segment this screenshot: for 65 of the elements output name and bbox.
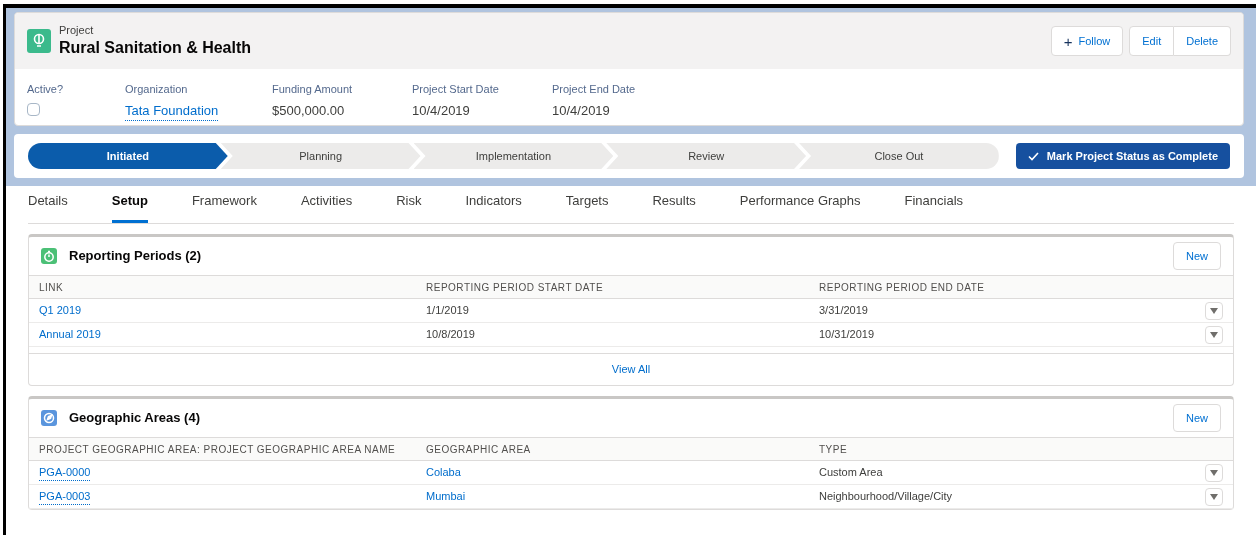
table-cell-text: 10/31/2019 xyxy=(819,327,876,343)
table-link[interactable]: Colaba xyxy=(426,464,461,481)
related-list-title: Reporting Periods (2) xyxy=(69,247,202,266)
tab[interactable]: Activities xyxy=(300,190,353,223)
tab[interactable]: Risk xyxy=(396,190,422,223)
field-value: 10/4/2019 xyxy=(552,101,611,120)
table-link[interactable]: PGA-0003 xyxy=(39,487,91,506)
table-cell-text: 1/1/2019 xyxy=(426,303,470,319)
caret-icon xyxy=(1210,307,1218,314)
table-link[interactable]: Mumbai xyxy=(426,488,466,505)
field-label: Project End Date xyxy=(552,82,637,97)
record-type-label: Project xyxy=(59,24,95,38)
field-value: $500,000.00 xyxy=(272,101,346,120)
action-button[interactable]: Edit xyxy=(1129,26,1175,56)
lightbulb-icon xyxy=(27,29,51,53)
follow-button[interactable]: + Follow xyxy=(1050,26,1124,56)
table-link[interactable]: Q1 2019 xyxy=(39,302,82,319)
row-menu-button[interactable] xyxy=(1205,463,1223,482)
table-cell-text: Neighbourhood/Village/City xyxy=(819,489,954,505)
table-cell-text: Custom Area xyxy=(819,465,884,481)
row-menu-button[interactable] xyxy=(1205,487,1223,506)
checkbox[interactable] xyxy=(27,102,40,116)
field-label: Funding Amount xyxy=(272,82,354,97)
field-value: 10/4/2019 xyxy=(412,101,471,120)
tab[interactable]: Results xyxy=(652,190,696,223)
record-title: Rural Sanitation & Health xyxy=(59,37,252,58)
table-cell-text: 3/31/2019 xyxy=(819,303,869,319)
tab[interactable]: Targets xyxy=(565,190,609,223)
related-list-title: Geographic Areas (4) xyxy=(69,409,200,428)
column-header: LINK xyxy=(39,280,65,295)
column-header: TYPE xyxy=(819,442,849,457)
organization-link[interactable]: Tata Foundation xyxy=(125,100,219,121)
tab[interactable]: Setup xyxy=(111,190,148,223)
tab[interactable]: Performance Graphs xyxy=(739,190,861,223)
check-icon xyxy=(1027,151,1039,161)
column-header: REPORTING PERIOD END DATE xyxy=(819,280,986,295)
path-step[interactable]: Initiated xyxy=(28,143,228,169)
view-all-link[interactable]: View All xyxy=(611,361,651,378)
table-link[interactable]: PGA-0000 xyxy=(39,463,91,482)
row-menu-button[interactable] xyxy=(1205,301,1223,320)
tab[interactable]: Indicators xyxy=(465,190,522,223)
field-label: Active? xyxy=(27,82,65,97)
tab[interactable]: Financials xyxy=(904,190,964,223)
mark-complete-button[interactable]: Mark Project Status as Complete xyxy=(1015,143,1230,169)
tab[interactable]: Framework xyxy=(191,190,257,223)
column-header: GEOGRAPHIC AREA xyxy=(426,442,532,457)
column-header: REPORTING PERIOD START DATE xyxy=(426,280,605,295)
field-label: Organization xyxy=(125,82,189,97)
column-header: PROJECT GEOGRAPHIC AREA: PROJECT GEOGRAPHIC AREA NAME xyxy=(39,442,397,457)
caret-icon xyxy=(1210,493,1218,500)
caret-icon xyxy=(1210,469,1218,476)
action-button[interactable]: Delete xyxy=(1174,26,1231,56)
table-link[interactable]: Annual 2019 xyxy=(39,326,101,343)
path-step[interactable]: Review xyxy=(606,143,807,169)
field-label: Project Start Date xyxy=(412,82,500,97)
path-step[interactable]: Planning xyxy=(220,143,421,169)
path-step[interactable]: Implementation xyxy=(413,143,614,169)
tab[interactable]: Details xyxy=(28,190,68,223)
table-cell-text: 10/8/2019 xyxy=(426,327,476,343)
plus-icon: + xyxy=(1063,33,1073,49)
path-step[interactable]: Close Out xyxy=(799,143,999,169)
caret-icon xyxy=(1210,331,1218,338)
new-button[interactable]: New xyxy=(1173,404,1221,432)
new-button[interactable]: New xyxy=(1173,242,1221,270)
row-menu-button[interactable] xyxy=(1205,325,1223,344)
